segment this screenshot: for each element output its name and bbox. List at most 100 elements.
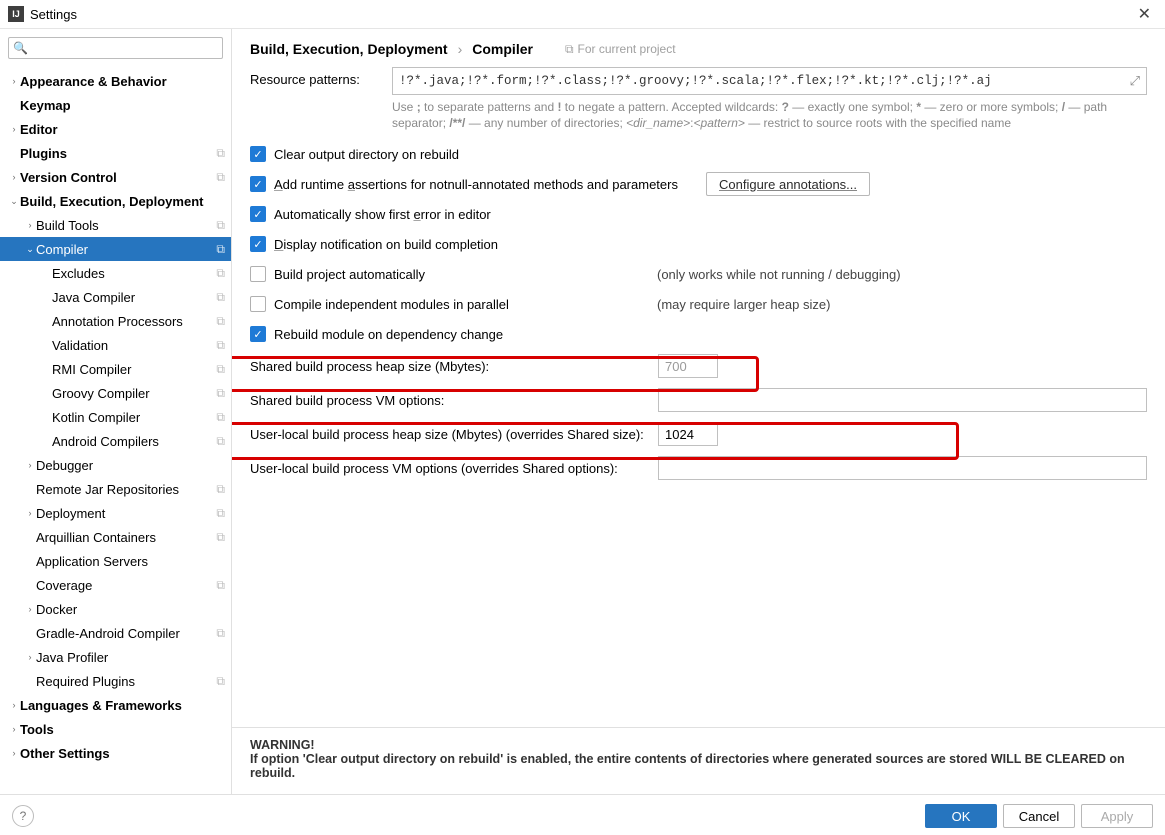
tree-item-excludes[interactable]: ›Excludes⧉ [0, 261, 231, 285]
tree-arrow-icon: › [24, 556, 36, 566]
tree-item-java-compiler[interactable]: ›Java Compiler⧉ [0, 285, 231, 309]
copy-icon: ⧉ [216, 338, 225, 353]
copy-icon: ⧉ [216, 362, 225, 377]
copy-icon: ⧉ [216, 170, 225, 185]
tree-item-deployment[interactable]: ›Deployment⧉ [0, 501, 231, 525]
checkbox-rebuild-on-dep[interactable] [250, 326, 266, 342]
tree-item-validation[interactable]: ›Validation⧉ [0, 333, 231, 357]
tree-item-android-compilers[interactable]: ›Android Compilers⧉ [0, 429, 231, 453]
tree-item-editor[interactable]: ›Editor [0, 117, 231, 141]
tree-item-label: Plugins [20, 146, 212, 161]
tree-item-label: Groovy Compiler [52, 386, 212, 401]
tree-item-build-tools[interactable]: ›Build Tools⧉ [0, 213, 231, 237]
user-heap-label: User-local build process heap size (Mbyt… [250, 427, 646, 442]
checkbox-clear-output[interactable] [250, 146, 266, 162]
tree-item-application-servers[interactable]: ›Application Servers [0, 549, 231, 573]
resource-patterns-value: !?*.java;!?*.form;!?*.class;!?*.groovy;!… [399, 74, 992, 88]
tree-item-languages-frameworks[interactable]: ›Languages & Frameworks [0, 693, 231, 717]
patterns-hint: Use ; to separate patterns and ! to nega… [392, 99, 1147, 131]
tree-arrow-icon: ⌄ [24, 244, 36, 255]
tree-item-version-control[interactable]: ›Version Control⧉ [0, 165, 231, 189]
tree-arrow-icon: › [40, 364, 52, 374]
tree-item-label: Java Profiler [36, 650, 225, 665]
warning-text: If option 'Clear output directory on reb… [250, 752, 1125, 780]
checkbox-show-first-error[interactable] [250, 206, 266, 222]
tree-item-compiler[interactable]: ⌄Compiler⧉ [0, 237, 231, 261]
tree-item-label: Tools [20, 722, 225, 737]
tree-item-arquillian-containers[interactable]: ›Arquillian Containers⧉ [0, 525, 231, 549]
ok-button[interactable]: OK [925, 804, 997, 828]
copy-icon: ⧉ [216, 530, 225, 545]
tree-item-label: Other Settings [20, 746, 225, 761]
tree-item-label: Keymap [20, 98, 225, 113]
breadcrumb-root: Build, Execution, Deployment [250, 41, 448, 57]
tree-item-debugger[interactable]: ›Debugger [0, 453, 231, 477]
tree-item-remote-jar-repositories[interactable]: ›Remote Jar Repositories⧉ [0, 477, 231, 501]
tree-arrow-icon: › [8, 124, 20, 134]
tree-item-label: Deployment [36, 506, 212, 521]
help-icon[interactable]: ? [12, 805, 34, 827]
tree-item-build-execution-deployment[interactable]: ⌄Build, Execution, Deployment [0, 189, 231, 213]
tree-item-label: Remote Jar Repositories [36, 482, 212, 497]
tree-arrow-icon: › [24, 676, 36, 686]
tree-item-kotlin-compiler[interactable]: ›Kotlin Compiler⧉ [0, 405, 231, 429]
checkbox-add-assertions[interactable] [250, 176, 266, 192]
tree-item-label: Arquillian Containers [36, 530, 212, 545]
tree-item-required-plugins[interactable]: ›Required Plugins ⧉ [0, 669, 231, 693]
configure-annotations-button[interactable]: Configure annotations... [706, 172, 870, 196]
cancel-button[interactable]: Cancel [1003, 804, 1075, 828]
tree-item-plugins[interactable]: ›Plugins⧉ [0, 141, 231, 165]
search-icon: 🔍 [13, 41, 28, 55]
tree-item-label: Excludes [52, 266, 212, 281]
checkbox-display-notification[interactable] [250, 236, 266, 252]
tree-arrow-icon: › [8, 172, 20, 182]
tree-arrow-icon: › [8, 76, 20, 86]
tree-item-keymap[interactable]: ›Keymap [0, 93, 231, 117]
search-input-wrap[interactable]: 🔍 [8, 37, 223, 59]
shared-vm-input[interactable] [658, 388, 1147, 412]
user-heap-input[interactable] [658, 422, 718, 446]
tree-arrow-icon: › [40, 412, 52, 422]
tree-item-label: Coverage [36, 578, 212, 593]
tree-arrow-icon: › [8, 700, 20, 710]
apply-button[interactable]: Apply [1081, 804, 1153, 828]
checkbox-compile-parallel[interactable] [250, 296, 266, 312]
resource-patterns-label: Resource patterns: [250, 67, 378, 87]
expand-icon[interactable]: ⤢ [1130, 74, 1140, 89]
user-vm-input[interactable] [658, 456, 1147, 480]
tree-item-label: Required Plugins [36, 674, 212, 689]
tree-item-java-profiler[interactable]: ›Java Profiler [0, 645, 231, 669]
app-icon: IJ [8, 6, 24, 22]
warning-block: WARNING! If option 'Clear output directo… [232, 727, 1165, 794]
close-icon[interactable]: ✕ [1132, 4, 1157, 24]
copy-icon: ⧉ [216, 386, 225, 401]
tree-arrow-icon: › [24, 604, 36, 614]
tree-arrow-icon: › [8, 100, 20, 110]
tree-arrow-icon: › [8, 724, 20, 734]
checkbox-build-automatically[interactable] [250, 266, 266, 282]
checkbox-build-automatically-label: Build project automatically [274, 267, 425, 282]
tree-item-other-settings[interactable]: ›Other Settings [0, 741, 231, 765]
search-input[interactable] [32, 40, 218, 56]
tree-arrow-icon: › [40, 292, 52, 302]
breadcrumb-sep: › [458, 41, 463, 57]
tree-item-label: Kotlin Compiler [52, 410, 212, 425]
tree-arrow-icon: › [24, 460, 36, 470]
tree-arrow-icon: › [24, 220, 36, 230]
tree-item-rmi-compiler[interactable]: ›RMI Compiler⧉ [0, 357, 231, 381]
copy-icon: ⧉ [216, 266, 225, 281]
tree-item-annotation-processors[interactable]: ›Annotation Processors⧉ [0, 309, 231, 333]
copy-icon: ⧉ [216, 218, 225, 233]
tree-item-coverage[interactable]: ›Coverage⧉ [0, 573, 231, 597]
tree-item-tools[interactable]: ›Tools [0, 717, 231, 741]
tree-item-docker[interactable]: ›Docker [0, 597, 231, 621]
copy-icon: ⧉ [216, 674, 225, 689]
resource-patterns-input[interactable]: !?*.java;!?*.form;!?*.class;!?*.groovy;!… [392, 67, 1147, 95]
tree-item-gradle-android-compiler[interactable]: ›Gradle-Android Compiler⧉ [0, 621, 231, 645]
checkbox-display-notification-label: Display notification on build completion [274, 237, 498, 252]
tree-item-label: Validation [52, 338, 212, 353]
tree-item-groovy-compiler[interactable]: ›Groovy Compiler⧉ [0, 381, 231, 405]
tree-arrow-icon: ⌄ [8, 196, 20, 207]
tree-item-appearance-behavior[interactable]: ›Appearance & Behavior [0, 69, 231, 93]
copy-icon: ⧉ [216, 314, 225, 329]
